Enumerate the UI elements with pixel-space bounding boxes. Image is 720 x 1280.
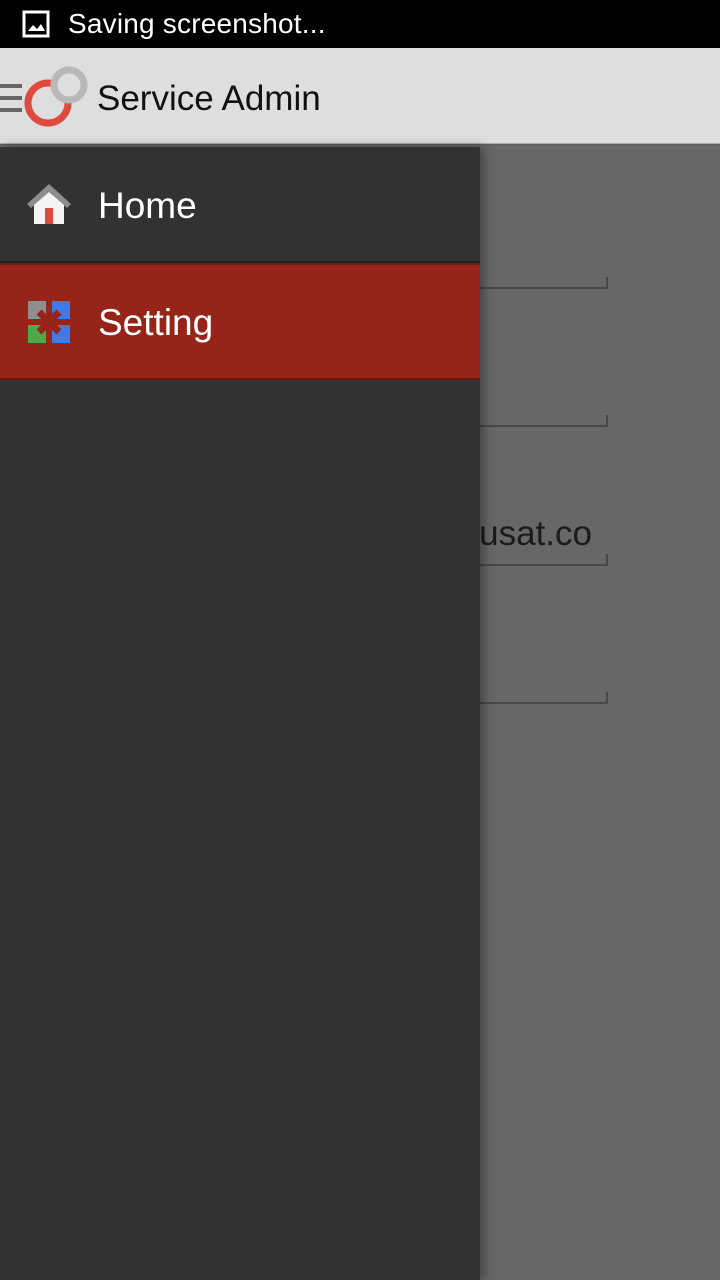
form-field[interactable] [480, 554, 608, 566]
status-text: Saving screenshot... [68, 8, 326, 39]
image-icon [22, 10, 50, 38]
drawer-item-home[interactable]: Home [0, 147, 480, 263]
drawer-item-setting[interactable]: Setting [0, 264, 480, 380]
status-bar: Saving screenshot... [0, 0, 720, 48]
menu-icon[interactable] [0, 84, 22, 114]
service-admin-logo[interactable] [24, 66, 90, 130]
screen: Saving screenshot... usat.co Service Adm… [0, 0, 720, 1280]
navigation-drawer: Home Setting [0, 147, 480, 1280]
setting-icon [28, 301, 70, 343]
drawer-item-label: Home [98, 185, 197, 226]
form-field[interactable] [480, 415, 608, 427]
app-title: Service Admin [97, 79, 321, 118]
drawer-item-label: Setting [98, 302, 214, 343]
form-field[interactable] [480, 277, 608, 289]
app-bar: Service Admin [0, 48, 720, 147]
form-field[interactable] [480, 692, 608, 704]
home-icon [27, 184, 71, 224]
